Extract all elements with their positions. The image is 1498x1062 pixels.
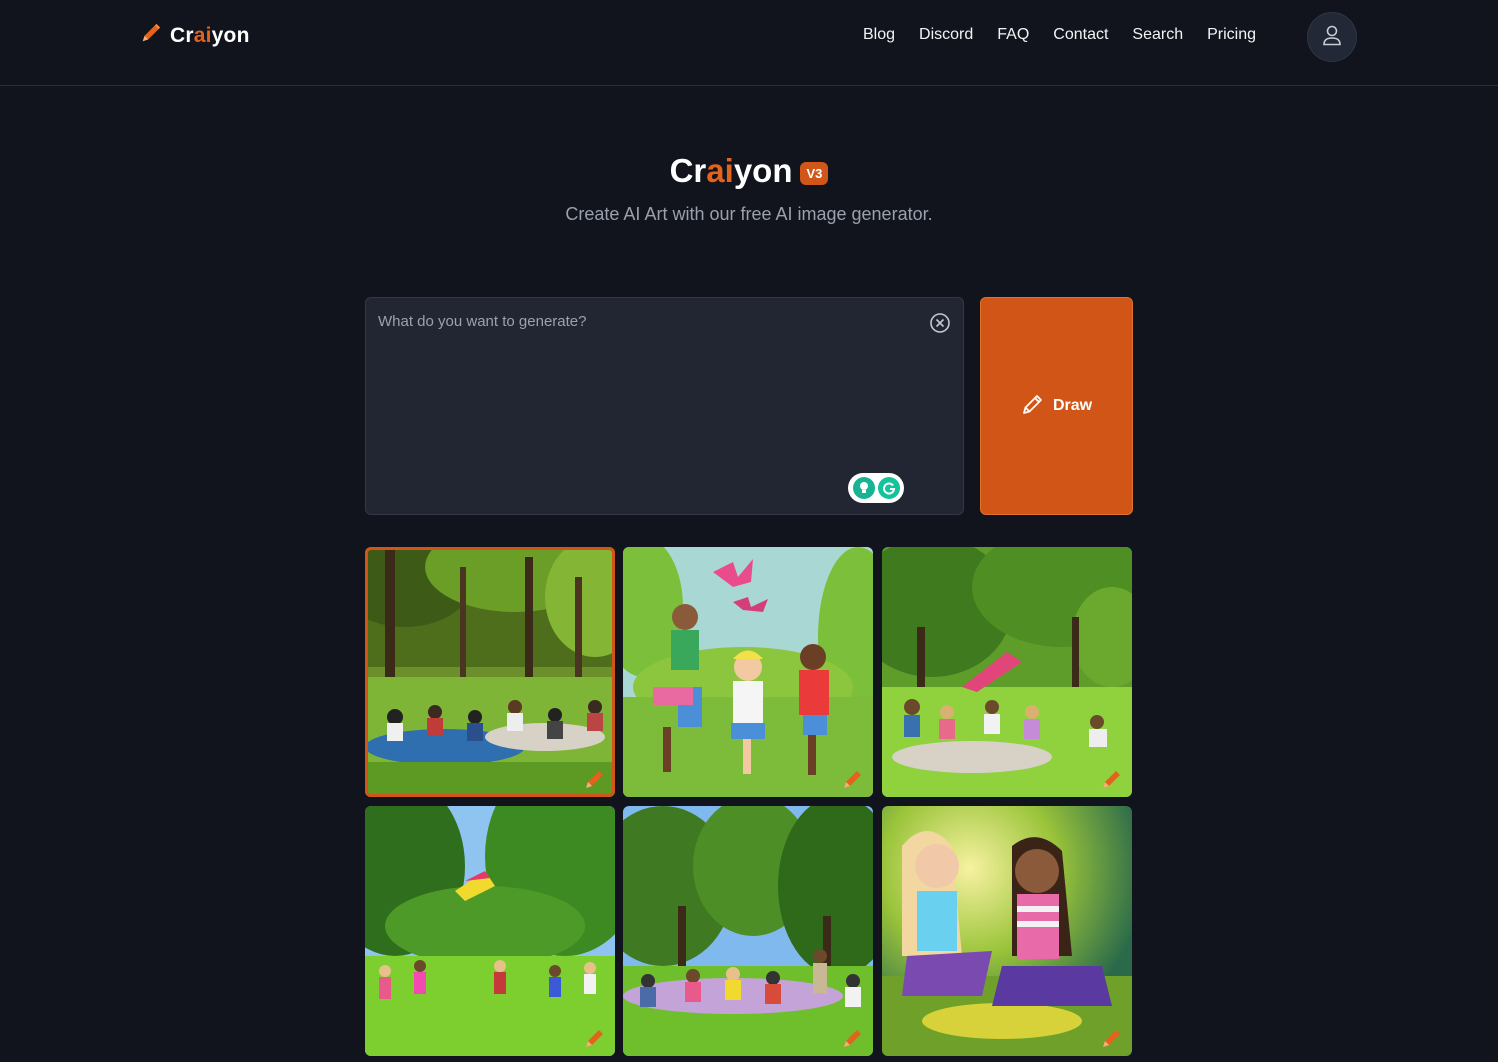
grammarly-icon [877,477,900,499]
brand-name-suffix: yon [211,23,250,47]
nav-link-discord[interactable]: Discord [919,26,973,44]
brand-name: Craiyon [170,24,250,48]
pencil-icon [841,1026,865,1050]
hero-brand-suffix: yon [733,152,793,189]
hero-brand-prefix: Cr [669,152,707,189]
nav-link-search[interactable]: Search [1132,26,1183,44]
brand-name-ai: ai [193,23,212,47]
grammarly-widget[interactable] [848,473,904,503]
gallery-image-2[interactable] [623,547,873,797]
pencil-icon [1100,767,1124,791]
lightbulb-icon [852,477,875,499]
pencil-icon [1021,392,1045,421]
close-circle-icon[interactable] [929,312,951,334]
gallery-image-3[interactable] [882,547,1132,797]
draw-button-label: Draw [1052,397,1093,414]
draw-button[interactable]: Draw [980,297,1133,515]
gallery-image-1[interactable] [365,547,615,797]
nav-link-pricing[interactable]: Pricing [1207,26,1256,44]
pencil-icon [1100,1026,1124,1050]
account-button[interactable] [1307,12,1357,62]
user-icon [1322,24,1342,51]
nav-link-contact[interactable]: Contact [1053,26,1108,44]
hero-section: Craiyon V3 Create AI Art with our free A… [0,152,1498,225]
hero-brand-ai: ai [706,152,734,189]
prompt-box [365,297,964,515]
top-navigation-bar: Craiyon Blog Discord FAQ Contact Search … [0,0,1498,86]
gallery-image-6[interactable] [882,806,1132,1056]
hero-brand-name: Craiyon [670,152,793,190]
pencil-icon [841,767,865,791]
brand-name-prefix: Cr [170,23,194,47]
pencil-icon [583,1026,607,1050]
gallery-image-4[interactable] [365,806,615,1056]
nav-link-faq[interactable]: FAQ [997,26,1029,44]
pencil-icon [140,22,162,49]
gallery-image-5[interactable] [623,806,873,1056]
hero-title: Craiyon V3 [670,152,829,190]
pencil-icon [583,767,607,791]
brand-logo[interactable]: Craiyon [140,22,250,49]
main-nav: Blog Discord FAQ Contact Search Pricing [863,26,1256,44]
hero-subtitle: Create AI Art with our free AI image gen… [565,204,933,224]
nav-link-blog[interactable]: Blog [863,26,895,44]
version-badge: V3 [800,161,829,185]
